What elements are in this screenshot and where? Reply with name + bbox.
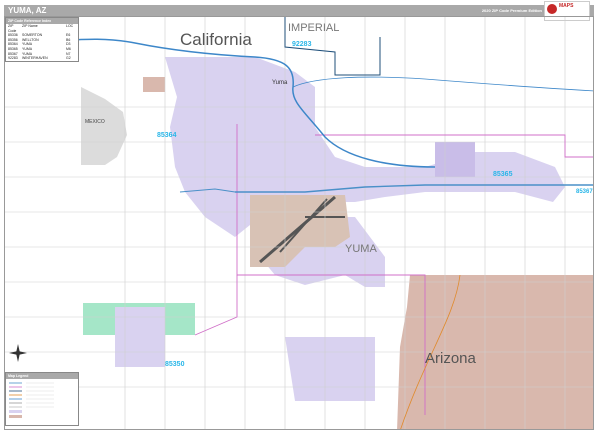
gila-river — [292, 76, 593, 92]
compass-rose-icon — [9, 344, 27, 362]
map-area[interactable]: California IMPERIAL MEXICO Yuma YUMA Ari… — [4, 16, 594, 430]
zip-code-index: ZIP Code Reference Index ZIP Code ZIP Na… — [5, 17, 79, 62]
zip-index-row: 92283 WINTERHAVEN G2 — [8, 56, 71, 61]
logo-mark-icon — [547, 4, 557, 14]
urban-area-east — [435, 142, 475, 177]
map-title: YUMA, AZ — [8, 6, 47, 15]
zip-index-header-row: ZIP Code ZIP Name LOC — [8, 24, 74, 33]
urban-area-southeast — [285, 337, 375, 401]
edition-label: 2020 ZIP Code Premium Edition — [481, 8, 542, 13]
label-yuma-city: Yuma — [272, 80, 288, 86]
title-bar: YUMA, AZ 2020 ZIP Code Premium Edition M… — [4, 1, 594, 21]
map-legend: Map Legend — [5, 372, 79, 426]
label-zip-85367: 85367 — [576, 189, 593, 195]
label-arizona: Arizona — [425, 350, 476, 367]
urban-area-north — [143, 77, 165, 92]
label-mexico: MEXICO — [85, 119, 105, 125]
label-zip-92283: 92283 — [292, 41, 312, 48]
map-canvas — [5, 17, 593, 429]
logo-text: MAPS — [559, 3, 574, 9]
map-page: YUMA, AZ 2020 ZIP Code Premium Edition M… — [0, 0, 600, 434]
legend-symbols — [9, 382, 54, 418]
label-california: California — [180, 30, 252, 49]
label-yuma-county: YUMA — [345, 243, 377, 255]
label-imperial: IMPERIAL — [288, 22, 340, 34]
zip-boundary-south — [194, 275, 238, 336]
label-zip-85365: 85365 — [493, 171, 513, 178]
mexico-land — [81, 87, 127, 165]
urban-area-southwest — [115, 307, 165, 367]
label-zip-85350: 85350 — [165, 361, 185, 368]
label-zip-85364: 85364 — [157, 132, 177, 139]
